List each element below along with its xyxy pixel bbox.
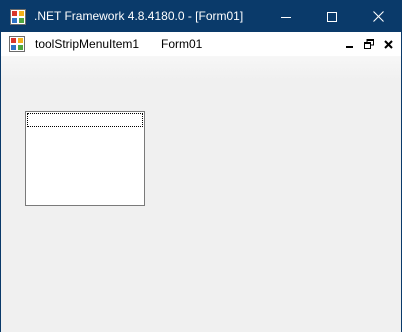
mdi-close-icon [383, 39, 393, 49]
app-icon[interactable] [10, 9, 26, 25]
window-title: .NET Framework 4.8.4180.0 - [Form01] [34, 9, 244, 23]
minimize-icon [281, 16, 291, 18]
menu-item-toolstripmenuitem1[interactable]: toolStripMenuItem1 [35, 37, 139, 51]
menu-item-form01[interactable]: Form01 [161, 37, 202, 51]
app-window: .NET Framework 4.8.4180.0 - [Form01] too… [0, 0, 402, 332]
mdi-child-form-icon[interactable] [9, 36, 25, 52]
close-icon [372, 11, 384, 22]
minimize-button[interactable] [263, 1, 309, 32]
listbox-focus-rect[interactable] [27, 113, 143, 127]
maximize-icon [327, 11, 337, 22]
mdi-restore-button[interactable] [362, 36, 376, 52]
maximize-button[interactable] [309, 1, 355, 32]
listbox[interactable] [25, 111, 145, 206]
mdi-close-button[interactable] [381, 36, 395, 52]
mdi-client-area [1, 56, 401, 332]
client-top-band [1, 56, 401, 80]
mdi-minimize-button[interactable] [343, 36, 357, 52]
title-bar[interactable]: .NET Framework 4.8.4180.0 - [Form01] [1, 1, 401, 32]
menu-strip: toolStripMenuItem1 Form01 [1, 32, 401, 56]
mdi-minimize-icon [346, 46, 353, 48]
close-button[interactable] [355, 1, 401, 32]
mdi-restore-icon [364, 39, 374, 49]
